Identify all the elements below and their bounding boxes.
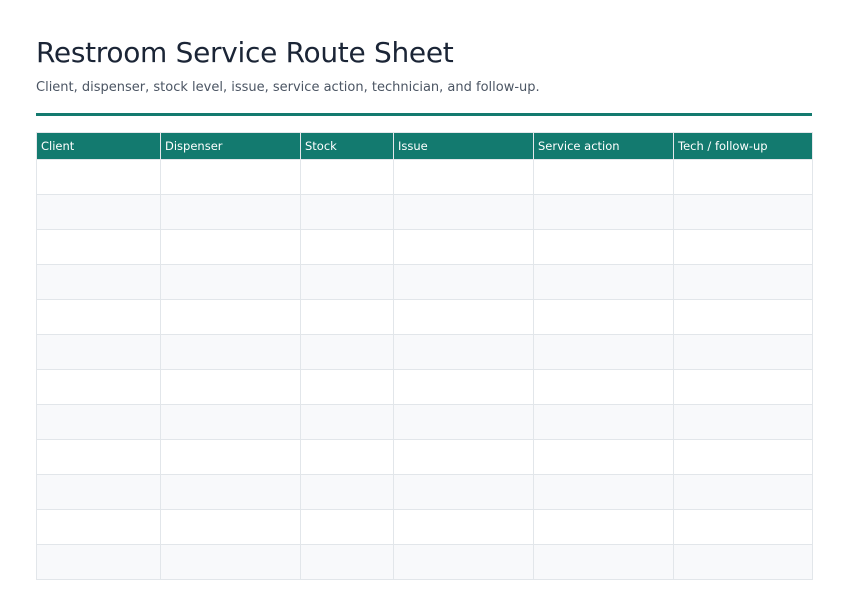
cell-stock[interactable] (300, 369, 394, 405)
cell-stock[interactable] (300, 404, 394, 440)
cell-tech-follow-up[interactable] (673, 299, 813, 335)
cell-client[interactable] (36, 159, 161, 195)
cell-issue[interactable] (393, 509, 534, 545)
cell-tech-follow-up[interactable] (673, 544, 813, 580)
cell-service-action[interactable] (533, 194, 674, 230)
table-header-row: Client Dispenser Stock Issue Service act… (36, 132, 813, 160)
route-sheet: Restroom Service Route Sheet Client, dis… (36, 34, 813, 580)
table-row (36, 159, 813, 195)
page-subtitle: Client, dispenser, stock level, issue, s… (36, 80, 540, 95)
cell-dispenser[interactable] (160, 334, 301, 370)
cell-client[interactable] (36, 474, 161, 510)
cell-dispenser[interactable] (160, 264, 301, 300)
cell-tech-follow-up[interactable] (673, 334, 813, 370)
cell-issue[interactable] (393, 439, 534, 475)
page-title: Restroom Service Route Sheet (36, 36, 454, 69)
cell-dispenser[interactable] (160, 369, 301, 405)
table-row (36, 334, 813, 370)
cell-client[interactable] (36, 229, 161, 265)
cell-issue[interactable] (393, 334, 534, 370)
cell-issue[interactable] (393, 229, 534, 265)
cell-dispenser[interactable] (160, 439, 301, 475)
cell-dispenser[interactable] (160, 159, 301, 195)
cell-tech-follow-up[interactable] (673, 474, 813, 510)
cell-client[interactable] (36, 334, 161, 370)
cell-tech-follow-up[interactable] (673, 229, 813, 265)
table-row (36, 264, 813, 300)
cell-service-action[interactable] (533, 369, 674, 405)
cell-service-action[interactable] (533, 159, 674, 195)
cell-tech-follow-up[interactable] (673, 159, 813, 195)
table-row (36, 194, 813, 230)
cell-tech-follow-up[interactable] (673, 404, 813, 440)
table-row (36, 544, 813, 580)
cell-dispenser[interactable] (160, 474, 301, 510)
cell-stock[interactable] (300, 159, 394, 195)
cell-tech-follow-up[interactable] (673, 264, 813, 300)
cell-tech-follow-up[interactable] (673, 439, 813, 475)
cell-service-action[interactable] (533, 544, 674, 580)
cell-issue[interactable] (393, 404, 534, 440)
table-row (36, 404, 813, 440)
cell-service-action[interactable] (533, 404, 674, 440)
cell-stock[interactable] (300, 474, 394, 510)
service-log-table: Client Dispenser Stock Issue Service act… (36, 132, 813, 580)
cell-service-action[interactable] (533, 264, 674, 300)
header-divider (36, 113, 812, 116)
cell-stock[interactable] (300, 439, 394, 475)
cell-dispenser[interactable] (160, 229, 301, 265)
cell-stock[interactable] (300, 509, 394, 545)
table-row (36, 439, 813, 475)
cell-client[interactable] (36, 404, 161, 440)
cell-client[interactable] (36, 544, 161, 580)
cell-dispenser[interactable] (160, 509, 301, 545)
cell-service-action[interactable] (533, 229, 674, 265)
cell-issue[interactable] (393, 299, 534, 335)
cell-service-action[interactable] (533, 509, 674, 545)
cell-stock[interactable] (300, 229, 394, 265)
cell-dispenser[interactable] (160, 544, 301, 580)
cell-service-action[interactable] (533, 439, 674, 475)
cell-stock[interactable] (300, 299, 394, 335)
cell-stock[interactable] (300, 334, 394, 370)
cell-tech-follow-up[interactable] (673, 369, 813, 405)
column-header-tech-follow-up: Tech / follow-up (673, 132, 813, 160)
table-row (36, 229, 813, 265)
cell-client[interactable] (36, 439, 161, 475)
table-row (36, 369, 813, 405)
cell-issue[interactable] (393, 474, 534, 510)
cell-client[interactable] (36, 369, 161, 405)
column-header-dispenser: Dispenser (160, 132, 301, 160)
cell-service-action[interactable] (533, 299, 674, 335)
column-header-client: Client (36, 132, 161, 160)
cell-dispenser[interactable] (160, 299, 301, 335)
table-row (36, 474, 813, 510)
cell-client[interactable] (36, 299, 161, 335)
column-header-stock: Stock (300, 132, 394, 160)
cell-dispenser[interactable] (160, 194, 301, 230)
cell-service-action[interactable] (533, 474, 674, 510)
cell-issue[interactable] (393, 264, 534, 300)
column-header-service-action: Service action (533, 132, 674, 160)
cell-stock[interactable] (300, 544, 394, 580)
table-body (36, 159, 813, 580)
cell-issue[interactable] (393, 194, 534, 230)
table-row (36, 509, 813, 545)
cell-issue[interactable] (393, 369, 534, 405)
cell-service-action[interactable] (533, 334, 674, 370)
table-row (36, 299, 813, 335)
cell-client[interactable] (36, 509, 161, 545)
cell-tech-follow-up[interactable] (673, 509, 813, 545)
cell-issue[interactable] (393, 159, 534, 195)
cell-tech-follow-up[interactable] (673, 194, 813, 230)
cell-stock[interactable] (300, 194, 394, 230)
cell-stock[interactable] (300, 264, 394, 300)
cell-client[interactable] (36, 264, 161, 300)
cell-dispenser[interactable] (160, 404, 301, 440)
column-header-issue: Issue (393, 132, 534, 160)
cell-client[interactable] (36, 194, 161, 230)
cell-issue[interactable] (393, 544, 534, 580)
